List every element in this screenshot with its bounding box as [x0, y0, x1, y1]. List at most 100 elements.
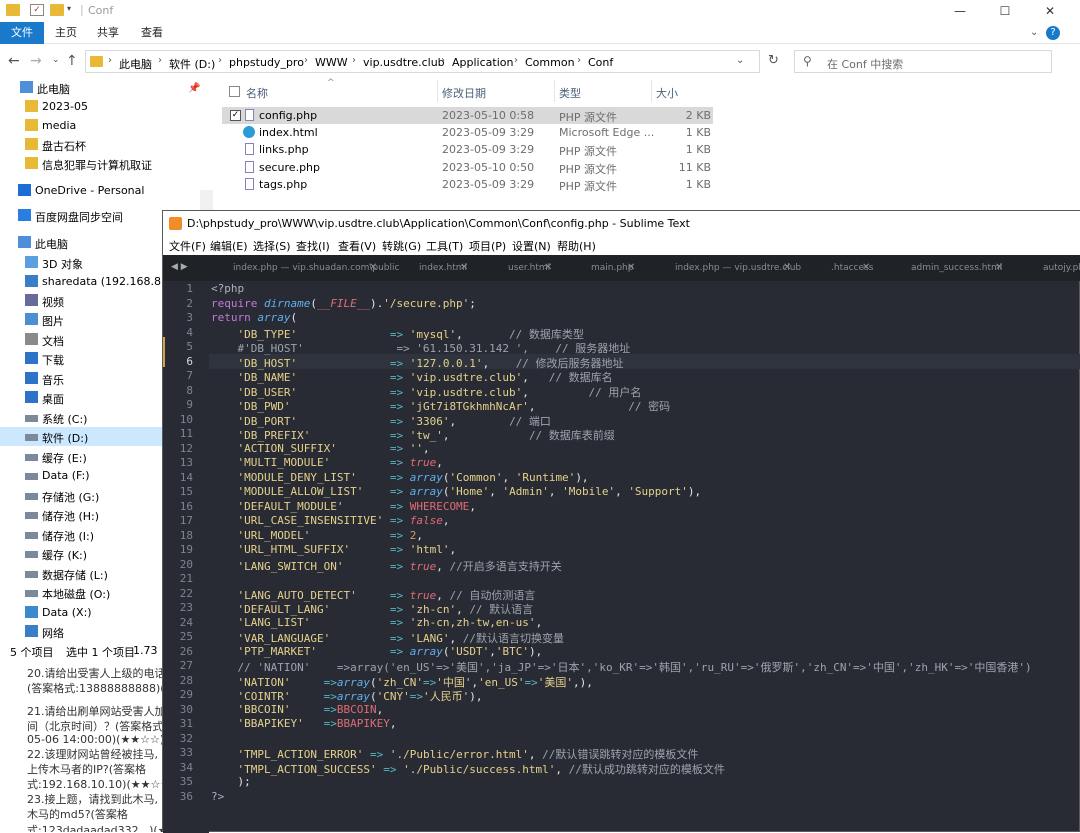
column-divider[interactable]	[651, 80, 652, 102]
row-checkbox[interactable]: ✓	[230, 110, 241, 121]
sidebar-item[interactable]: 盘古石杯	[0, 135, 213, 154]
tab-scroll-arrows-icon[interactable]: ◀ ▶	[171, 262, 188, 272]
editor-tab[interactable]: autojy.php	[1015, 255, 1080, 281]
search-input[interactable]: ⚲ 在 Conf 中搜索	[794, 50, 1052, 73]
breadcrumb-drive-d[interactable]: 软件 (D:)	[169, 56, 215, 72]
code-line: );	[211, 775, 251, 788]
column-header-size[interactable]: 大小	[656, 85, 678, 105]
customize-toolbar-icon[interactable]: ▾	[67, 4, 81, 16]
editor-tab[interactable]: index.html ✕	[391, 255, 476, 281]
breadcrumb-common[interactable]: Common	[525, 56, 575, 69]
editor-tab[interactable]: .htaccess ✕	[803, 255, 878, 281]
file-row[interactable]: links.php 2023-05-09 3:29 PHP 源文件 1 KB	[222, 141, 713, 158]
sidebar-item-label: 系统 (C:)	[42, 413, 88, 426]
close-tab-icon[interactable]: ✕	[783, 262, 791, 273]
menu-view[interactable]: 查看(V)	[338, 238, 376, 254]
editor-tab[interactable]: index.php — vip.usdtre.club ✕	[647, 255, 801, 281]
menu-file[interactable]: 文件(F)	[169, 238, 206, 254]
column-header-type[interactable]: 类型	[559, 85, 581, 105]
sublime-menu-bar: 文件(F) 编辑(E) 选择(S) 查找(I) 查看(V) 转跳(G) 工具(T…	[163, 236, 1080, 255]
sidebar-item[interactable]: 信息犯罪与计算机取证	[0, 154, 213, 173]
question-text: 式:192.168.10.10)(★★☆☆	[27, 778, 165, 791]
select-all-checkbox[interactable]	[229, 86, 240, 97]
address-bar[interactable]: › 此电脑 › 软件 (D:) › phpstudy_pro › WWW › v…	[85, 50, 760, 73]
forward-arrow-icon[interactable]: →	[30, 53, 42, 69]
close-tab-icon[interactable]: ✕	[460, 262, 468, 273]
pin-icon[interactable]: 📌	[188, 83, 200, 94]
menu-goto[interactable]: 转跳(G)	[382, 238, 421, 254]
code-line: 'DEFAULT_MODULE' => WHERECOME,	[237, 499, 476, 513]
tab-view[interactable]: 查看	[134, 22, 170, 44]
close-tab-icon[interactable]: ✕	[862, 262, 870, 273]
editor-tab[interactable]: index.php — vip.shuadan.com\public ✕	[205, 255, 399, 281]
sidebar-item[interactable]: media	[0, 116, 213, 135]
menu-project[interactable]: 项目(P)	[469, 238, 506, 254]
chevron-right-icon[interactable]: ›	[304, 55, 308, 66]
chevron-right-icon[interactable]: ›	[108, 55, 112, 66]
column-header-name[interactable]: 名称	[246, 85, 268, 105]
menu-find[interactable]: 查找(I)	[296, 238, 330, 254]
file-row[interactable]: index.html 2023-05-09 3:29 Microsoft Edge …	[222, 124, 713, 141]
drive-icon	[25, 512, 38, 519]
expand-ribbon-icon[interactable]: ⌄	[1030, 27, 1038, 38]
menu-preferences[interactable]: 设置(N)	[512, 238, 551, 254]
file-row[interactable]: secure.php 2023-05-10 0:50 PHP 源文件 11 KB	[222, 159, 713, 176]
new-folder-icon[interactable]	[50, 4, 64, 16]
breadcrumb-phpstudy[interactable]: phpstudy_pro	[229, 56, 304, 69]
column-divider[interactable]	[554, 80, 555, 102]
close-tab-icon[interactable]: ✕	[369, 262, 377, 273]
sidebar-item-label: 网络	[42, 627, 64, 640]
close-tab-icon[interactable]: ✕	[544, 262, 552, 273]
recent-locations-icon[interactable]: ⌄	[52, 55, 60, 65]
tab-file[interactable]: 文件	[0, 22, 44, 44]
php-file-icon	[245, 109, 254, 121]
chevron-right-icon[interactable]: ›	[352, 55, 356, 66]
column-divider[interactable]	[437, 80, 438, 102]
breadcrumb-conf[interactable]: Conf	[588, 56, 613, 69]
refresh-icon[interactable]: ↻	[768, 53, 779, 68]
sidebar-item[interactable]: 此电脑	[0, 78, 213, 97]
chevron-right-icon[interactable]: ›	[158, 55, 162, 66]
close-tab-icon[interactable]: ✕	[995, 262, 1003, 273]
editor-tab[interactable]: user.html ✕	[480, 255, 560, 281]
chevron-right-icon[interactable]: ›	[218, 55, 222, 66]
code-line: return array(	[211, 311, 298, 324]
tab-share[interactable]: 共享	[90, 22, 126, 44]
chevron-right-icon[interactable]: ›	[577, 55, 581, 66]
sidebar-item[interactable]: OneDrive - Personal	[0, 181, 213, 200]
menu-edit[interactable]: 编辑(E)	[210, 238, 248, 254]
address-dropdown-icon[interactable]: ⌄	[736, 55, 744, 66]
breadcrumb-application[interactable]: Application	[452, 56, 513, 69]
editor-tab[interactable]: admin_success.html ✕	[883, 255, 1011, 281]
drive-icon	[25, 454, 38, 461]
tab-home[interactable]: 主页	[48, 22, 84, 44]
up-arrow-icon[interactable]: ↑	[66, 53, 78, 69]
menu-select[interactable]: 选择(S)	[253, 238, 291, 254]
column-header-date[interactable]: 修改日期	[442, 85, 486, 105]
menu-help[interactable]: 帮助(H)	[557, 238, 596, 254]
file-name: secure.php	[259, 160, 320, 174]
sidebar-item[interactable]: 2023-05	[0, 97, 213, 116]
file-name: tags.php	[259, 177, 308, 191]
chevron-right-icon[interactable]: ›	[514, 55, 518, 66]
editor-tab[interactable]: main.php ✕	[563, 255, 643, 281]
file-row[interactable]: tags.php 2023-05-09 3:29 PHP 源文件 1 KB	[222, 176, 713, 193]
file-row[interactable]: ✓ config.php 2023-05-10 0:58 PHP 源文件 2 KB	[222, 107, 713, 124]
sidebar-item-label: 缓存 (E:)	[42, 452, 87, 465]
breadcrumb-this-pc[interactable]: 此电脑	[119, 56, 152, 72]
minimize-button[interactable]: —	[940, 0, 980, 22]
folder-icon	[25, 138, 38, 150]
code-editor[interactable]: <?php require dirname(__FILE__).'/secure…	[163, 281, 1080, 833]
download-icon	[25, 352, 38, 364]
properties-icon[interactable]: ✓	[30, 4, 44, 16]
search-placeholder: 在 Conf 中搜索	[827, 58, 904, 71]
close-button[interactable]: ✕	[1030, 0, 1070, 22]
breadcrumb-site[interactable]: vip.usdtre.club	[363, 56, 445, 69]
chevron-right-icon[interactable]: ›	[441, 55, 445, 66]
maximize-button[interactable]: ☐	[985, 0, 1025, 22]
breadcrumb-www[interactable]: WWW	[315, 56, 348, 69]
menu-tools[interactable]: 工具(T)	[426, 238, 463, 254]
help-icon[interactable]: ?	[1046, 26, 1060, 40]
back-arrow-icon[interactable]: ←	[8, 53, 20, 69]
close-tab-icon[interactable]: ✕	[627, 262, 635, 273]
